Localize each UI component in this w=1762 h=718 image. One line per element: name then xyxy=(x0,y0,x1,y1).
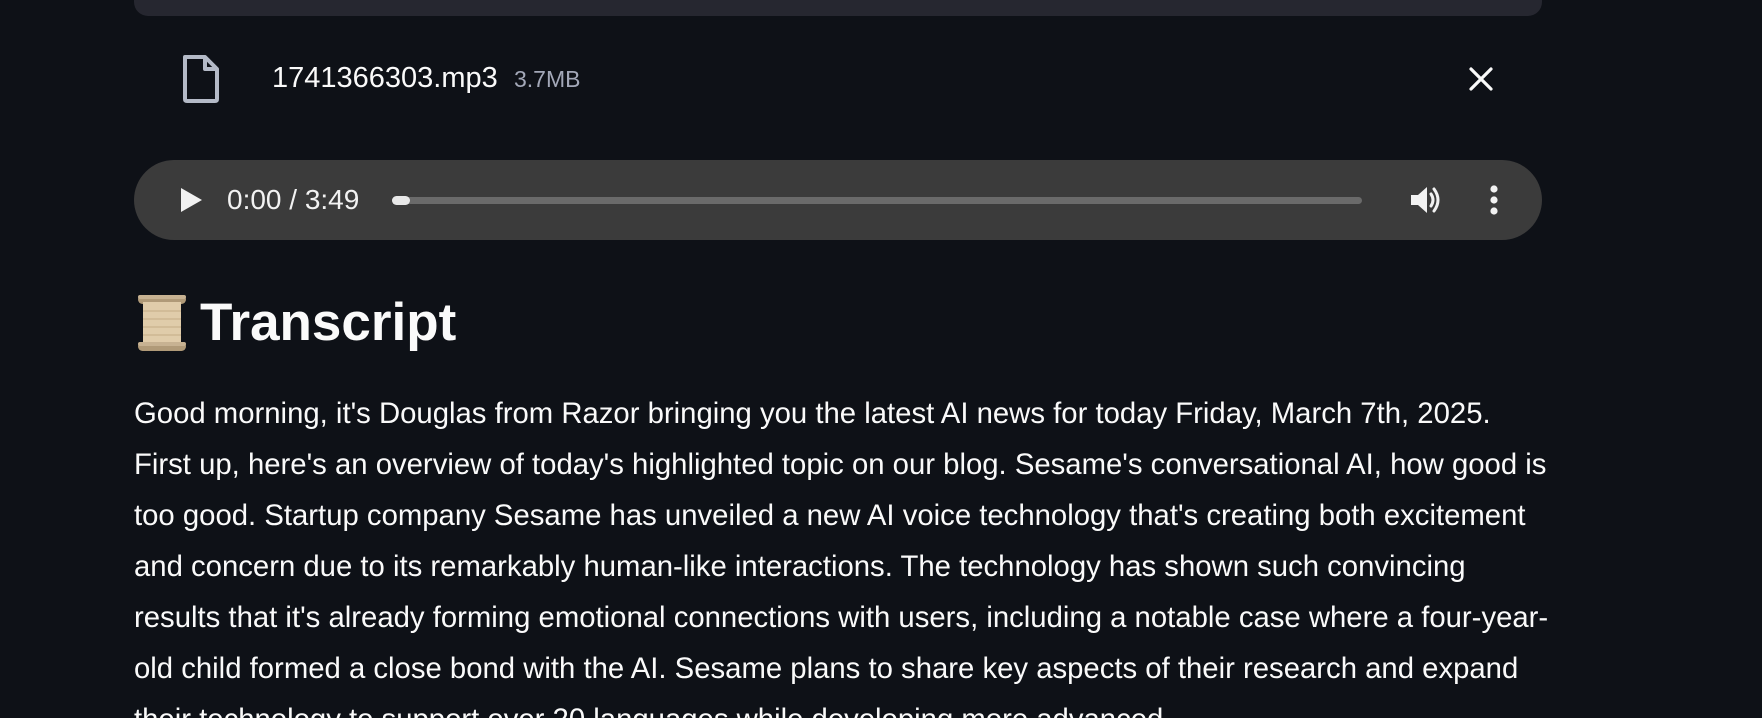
play-button[interactable] xyxy=(172,182,208,218)
file-name: 1741366303.mp3 xyxy=(272,62,498,94)
more-vertical-icon xyxy=(1490,185,1498,215)
remove-file-button[interactable] xyxy=(1464,62,1498,96)
volume-button[interactable] xyxy=(1406,180,1446,220)
app-window: 1741366303.mp3 3.7MB 0:00 / 3:49 Transcr… xyxy=(0,0,1762,718)
seek-slider-thumb[interactable] xyxy=(392,196,410,205)
close-icon xyxy=(1469,67,1493,91)
transcript-text: Good morning, it's Douglas from Razor br… xyxy=(134,397,1549,718)
play-icon xyxy=(181,188,202,212)
volume-icon xyxy=(1411,187,1440,213)
uploaded-file-row: 1741366303.mp3 3.7MB xyxy=(134,40,1542,118)
time-display: 0:00 / 3:49 xyxy=(227,184,360,215)
file-size: 3.7MB xyxy=(514,66,581,92)
file-uploader-dropzone[interactable] xyxy=(134,0,1542,16)
transcript-heading: Transcript xyxy=(134,288,456,358)
page-title: Transcript xyxy=(200,293,457,352)
audio-player: 0:00 / 3:49 xyxy=(134,160,1542,240)
more-options-button[interactable] xyxy=(1474,180,1514,220)
file-icon xyxy=(180,54,222,104)
seek-slider[interactable] xyxy=(392,196,1362,205)
scroll-icon xyxy=(134,293,190,353)
